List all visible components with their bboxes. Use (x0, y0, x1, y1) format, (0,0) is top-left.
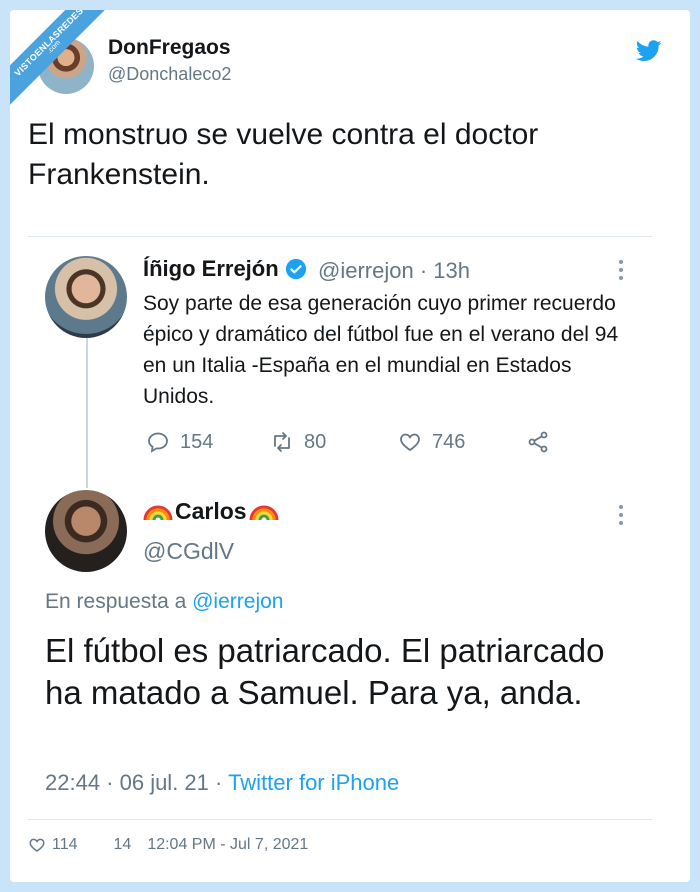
footer-timestamp[interactable]: 12:04 PM - Jul 7, 2021 (147, 836, 308, 854)
reply-context: En respuesta a @ierrejon (45, 590, 283, 614)
retweet-count: 80 (304, 430, 327, 453)
author-handle[interactable]: @Donchaleco2 (108, 64, 231, 85)
rainbow-icon (143, 505, 173, 520)
like-action[interactable]: 746 (398, 428, 465, 456)
reply-author-name[interactable]: Carlos (175, 498, 247, 525)
reply-count: 154 (180, 430, 214, 453)
original-author-handle[interactable]: @ierrejon · 13h (318, 258, 470, 284)
original-author-name-row[interactable]: Íñigo Errejón (143, 256, 307, 282)
author-name[interactable]: DonFregaos (108, 36, 231, 60)
reply-author-avatar[interactable] (45, 490, 127, 572)
rainbow-icon (249, 505, 279, 520)
reply-action[interactable]: 154 (146, 428, 213, 456)
original-author-avatar[interactable] (45, 256, 127, 338)
reply-author-name-row[interactable]: Carlos (143, 498, 279, 525)
client-link[interactable]: Twitter for iPhone (228, 770, 399, 795)
more-options-icon[interactable] (618, 505, 624, 525)
reply-icon (148, 432, 168, 453)
reply-author-handle[interactable]: @CGdlV (143, 538, 234, 565)
original-tweet-text: Soy parte de esa generación cuyo primer … (143, 292, 619, 408)
original-author-name[interactable]: Íñigo Errejón (143, 256, 279, 282)
retweet-icon (274, 432, 290, 452)
heart-icon[interactable] (28, 836, 46, 854)
tweet-text: El monstruo se vuelve contra el doctor F… (28, 118, 539, 191)
share-icon (528, 431, 548, 453)
like-count: 746 (432, 430, 466, 453)
share-action[interactable] (526, 428, 550, 456)
verified-badge-icon (285, 258, 306, 280)
reply-meta: 22:44 · 06 jul. 21 · Twitter for iPhone (45, 770, 399, 796)
footer-retweet-count: 14 (113, 836, 132, 853)
thread-connector (86, 338, 88, 488)
heart-icon (400, 433, 420, 452)
reply-time[interactable]: 22:44 · 06 jul. 21 · (45, 770, 222, 795)
reply-prefix: En respuesta a (45, 590, 187, 613)
tweet-footer: 114 14 12:04 PM - Jul 7, 2021 (28, 836, 308, 854)
footer-like-count: 114 (52, 836, 78, 853)
reply-tweet-text: El fútbol es patriarcado. El patriarcado… (45, 632, 605, 711)
more-options-icon[interactable] (618, 260, 624, 280)
retweet-action[interactable]: 80 (270, 428, 326, 456)
twitter-bird-icon[interactable] (636, 40, 662, 62)
reply-target-link[interactable]: @ierrejon (192, 590, 283, 613)
